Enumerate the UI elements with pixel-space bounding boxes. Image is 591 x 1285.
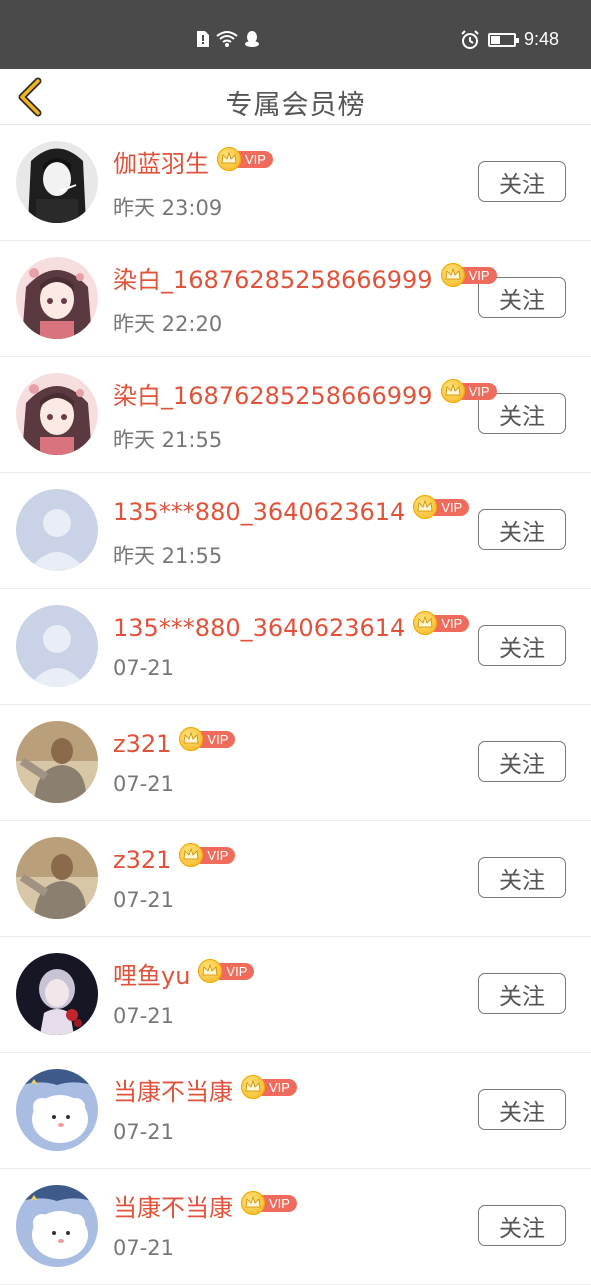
vip-badge: VIP: [217, 147, 273, 171]
vip-badge: VIP: [440, 379, 497, 403]
avatar[interactable]: [16, 953, 98, 1035]
follow-button[interactable]: 关注: [478, 973, 566, 1014]
member-row[interactable]: 哩鱼yu VIP 07-21 关注: [0, 937, 591, 1053]
member-name-line: 染白_16876285258666999 VIP: [113, 379, 497, 411]
avatar[interactable]: [16, 605, 98, 687]
avatar[interactable]: [16, 141, 98, 223]
member-name[interactable]: z321: [113, 845, 171, 875]
qq-icon: [245, 31, 259, 47]
member-time: 07-21: [113, 656, 175, 680]
member-row[interactable]: z321 VIP 07-21 关注: [0, 821, 591, 937]
member-time: 07-21: [113, 888, 175, 912]
crown-icon: [241, 1191, 265, 1215]
vip-badge: VIP: [198, 959, 255, 983]
follow-button[interactable]: 关注: [478, 1205, 566, 1246]
member-name-line: 135***880_3640623614 VIP: [113, 611, 470, 643]
member-row[interactable]: 染白_16876285258666999 VIP 昨天 22:20 关注: [0, 241, 591, 357]
member-row[interactable]: z321 VIP 07-21 关注: [0, 705, 591, 821]
status-icons-right: 9:48: [460, 29, 559, 50]
status-icons-center: [196, 30, 260, 48]
member-name[interactable]: 当康不当康: [113, 1077, 233, 1107]
follow-button[interactable]: 关注: [478, 161, 566, 202]
page-title: 专属会员榜: [225, 90, 366, 121]
avatar[interactable]: [16, 837, 98, 919]
member-name-line: 哩鱼yu VIP: [113, 959, 255, 991]
member-name-line: z321 VIP: [113, 843, 236, 875]
follow-button[interactable]: 关注: [478, 509, 566, 550]
battery-icon: [487, 32, 519, 47]
sim-alert-icon: [197, 31, 209, 47]
member-row[interactable]: 135***880_3640623614 VIP 07-21 关注: [0, 589, 591, 705]
crown-icon: [440, 263, 465, 287]
member-name[interactable]: 染白_16876285258666999: [113, 381, 433, 411]
vip-badge: VIP: [440, 263, 497, 287]
member-name[interactable]: 135***880_3640623614: [113, 613, 405, 643]
member-time: 昨天 22:20: [113, 312, 223, 336]
member-row[interactable]: 伽蓝羽生 VIP 昨天 23:09 关注: [0, 125, 591, 241]
vip-badge: VIP: [241, 1075, 297, 1099]
member-time: 昨天 21:55: [113, 544, 223, 568]
crown-icon: [241, 1075, 265, 1099]
member-row[interactable]: 当康不当康 VIP 07-21 关注: [0, 1053, 591, 1169]
avatar[interactable]: [16, 489, 98, 571]
member-name-line: z321 VIP: [113, 727, 236, 759]
avatar[interactable]: [16, 373, 98, 455]
member-name[interactable]: 哩鱼yu: [113, 961, 190, 991]
status-time: 9:48: [523, 29, 559, 49]
avatar[interactable]: [16, 257, 98, 339]
member-name[interactable]: 伽蓝羽生: [113, 149, 209, 179]
follow-button[interactable]: 关注: [478, 741, 566, 782]
follow-button[interactable]: 关注: [478, 1089, 566, 1130]
member-name-line: 当康不当康 VIP: [113, 1191, 297, 1223]
member-time: 昨天 21:55: [113, 428, 223, 452]
member-time: 昨天 23:09: [113, 196, 223, 220]
member-row[interactable]: 135***880_3640623614 VIP 昨天 21:55 关注: [0, 473, 591, 589]
avatar[interactable]: [16, 721, 98, 803]
member-row[interactable]: 当康不当康 VIP 07-21 关注: [0, 1169, 591, 1285]
member-name[interactable]: 135***880_3640623614: [113, 497, 405, 527]
wifi-icon: [216, 31, 238, 47]
avatar[interactable]: [16, 1069, 98, 1151]
member-time: 07-21: [113, 772, 175, 796]
member-list: 伽蓝羽生 VIP 昨天 23:09 关注 染白_16876285258666999 VIP…: [0, 125, 591, 1285]
status-bar: 9:48: [0, 0, 591, 69]
follow-button[interactable]: 关注: [478, 625, 566, 666]
alarm-icon: [461, 29, 479, 49]
vip-badge: VIP: [179, 843, 236, 867]
member-name[interactable]: z321: [113, 729, 171, 759]
vip-badge: VIP: [413, 495, 470, 519]
member-time: 07-21: [113, 1120, 175, 1144]
vip-badge: VIP: [413, 611, 470, 635]
member-name[interactable]: 当康不当康: [113, 1193, 233, 1223]
member-name[interactable]: 染白_16876285258666999: [113, 265, 433, 295]
avatar[interactable]: [16, 1185, 98, 1267]
member-name-line: 伽蓝羽生 VIP: [113, 147, 273, 179]
header-bar: 专属会员榜: [0, 69, 591, 125]
crown-icon: [440, 379, 465, 403]
member-row[interactable]: 染白_16876285258666999 VIP 昨天 21:55 关注: [0, 357, 591, 473]
member-time: 07-21: [113, 1236, 175, 1260]
member-name-line: 135***880_3640623614 VIP: [113, 495, 470, 527]
member-name-line: 染白_16876285258666999 VIP: [113, 263, 497, 295]
follow-button[interactable]: 关注: [478, 857, 566, 898]
vip-badge: VIP: [241, 1191, 297, 1215]
crown-icon: [217, 147, 241, 171]
member-name-line: 当康不当康 VIP: [113, 1075, 297, 1107]
member-time: 07-21: [113, 1004, 175, 1028]
vip-badge: VIP: [179, 727, 236, 751]
